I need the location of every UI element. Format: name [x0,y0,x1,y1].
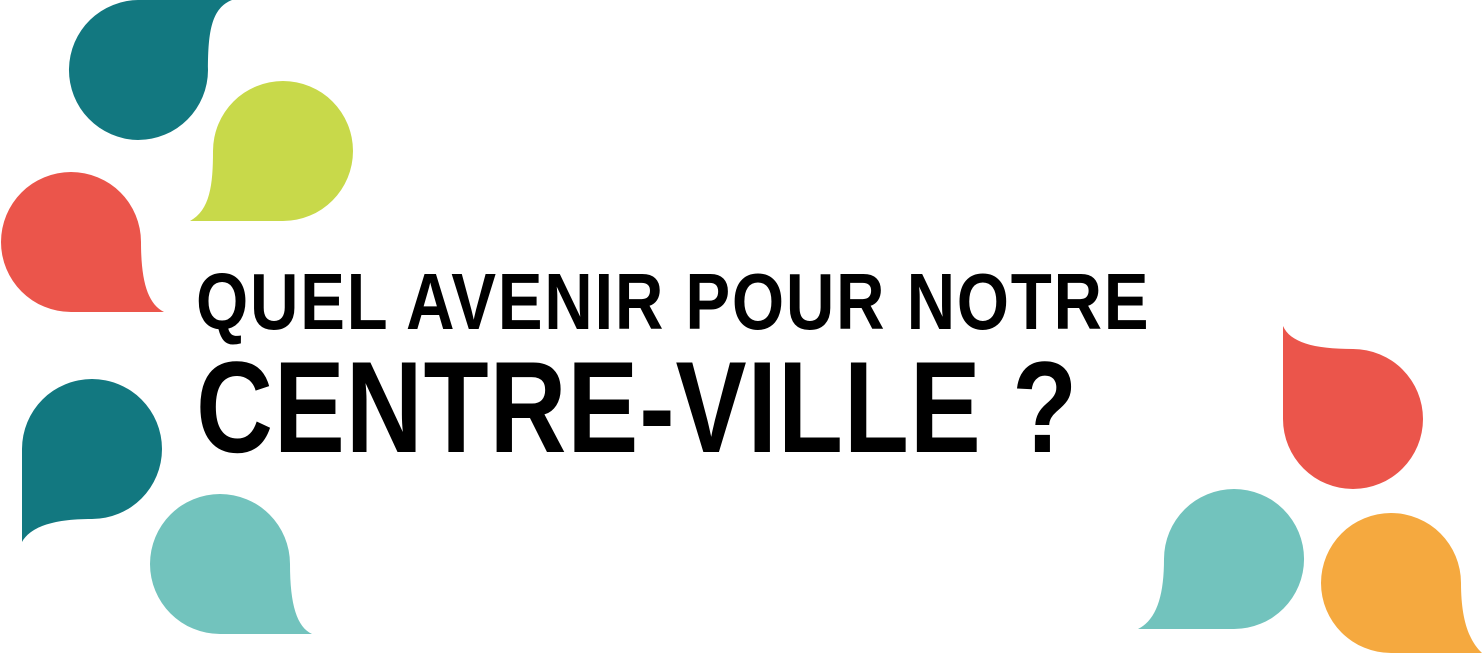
speech-bubble-icon [1138,489,1305,629]
speech-bubble-icon [1,172,164,312]
headline: QUEL AVENIR POUR NOTRE CENTRE-VILLE ? [196,257,1332,480]
banner: QUEL AVENIR POUR NOTRE CENTRE-VILLE ? [0,0,1484,653]
speech-bubble-icon [1321,513,1482,653]
speech-bubble-icon [22,379,162,542]
speech-bubble-icon [190,81,353,221]
headline-line-1: QUEL AVENIR POUR NOTRE [196,257,1151,346]
speech-bubble-icon [69,0,232,140]
speech-bubble-icon [150,494,312,634]
headline-line-2: CENTRE-VILLE ? [196,334,1079,480]
